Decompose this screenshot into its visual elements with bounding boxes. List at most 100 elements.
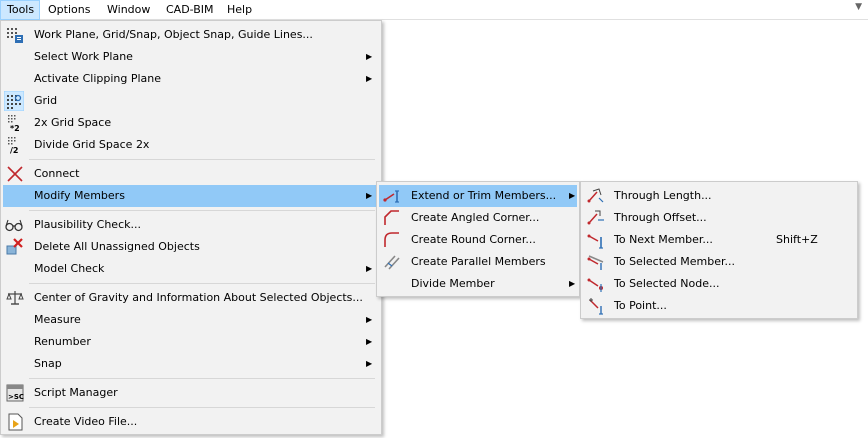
menu-item-label: To Selected Member... [614,255,735,268]
video-file-icon [8,413,23,431]
chevron-down-icon[interactable]: ▼ [855,2,862,12]
menu-item-parallel-members[interactable]: Create Parallel Members [379,251,577,273]
menu-item-plausibility-check[interactable]: Plausibility Check... [3,214,379,236]
menu-item-label: To Selected Node... [614,277,720,290]
tools-menu: Work Plane, Grid/Snap, Object Snap, Guid… [0,20,382,435]
to-point-icon [589,298,603,315]
round-corner-icon [384,232,399,247]
grid-icon [4,91,24,111]
menu-item-center-of-gravity[interactable]: Center of Gravity and Information About … [3,287,379,309]
menu-item-select-work-plane[interactable]: Select Work Plane ▶ [3,46,379,68]
menu-item-create-video[interactable]: Create Video File... [3,411,379,433]
menu-item-label: Through Length... [614,189,712,202]
menu-options[interactable]: Options [42,0,96,20]
extend-trim-submenu: Through Length... Through Offset... To N… [580,181,858,319]
menu-item-through-offset[interactable]: Through Offset... [583,207,855,229]
menu-separator [29,407,375,408]
grid-settings-icon [7,28,23,43]
modify-members-submenu: Extend or Trim Members... ▶ Create Angle… [376,181,580,297]
connect-icon [7,166,23,182]
to-next-member-icon [587,234,603,249]
glasses-icon [5,219,23,232]
menu-item-label: Snap [34,357,62,370]
to-selected-member-icon [587,255,604,270]
menu-item-label: 2x Grid Space [34,116,112,129]
menu-item-label: To Point... [614,299,667,312]
menu-item-grid[interactable]: Grid [3,90,379,112]
menu-separator [29,159,375,160]
menu-bar: Tools Options Window CAD-BIM Help ▼ [0,0,868,20]
through-length-icon [587,188,604,203]
menu-item-label: To Next Member... [614,233,713,246]
menu-help[interactable]: Help [221,0,258,20]
menu-item-through-length[interactable]: Through Length... [583,185,855,207]
menu-item-label: Center of Gravity and Information About … [34,291,363,304]
menu-item-label: Script Manager [34,386,118,399]
parallel-members-icon [384,255,400,270]
menu-item-divide-grid-space[interactable]: /2 Divide Grid Space 2x [3,134,379,156]
menu-item-label: Delete All Unassigned Objects [34,240,200,253]
menu-item-to-selected-member[interactable]: To Selected Member... [583,251,855,273]
menu-item-label: Create Parallel Members [411,255,546,268]
menu-item-label: Activate Clipping Plane [34,72,162,85]
delete-objects-icon [6,238,23,255]
submenu-arrow-icon: ▶ [366,337,373,346]
menu-item-2x-grid-space[interactable]: *2 2x Grid Space [3,112,379,134]
menu-item-extend-trim[interactable]: Extend or Trim Members... ▶ [379,185,577,207]
menu-cad-bim[interactable]: CAD-BIM [160,0,220,20]
menu-item-script-manager[interactable]: >SC Script Manager [3,382,379,404]
submenu-arrow-icon: ▶ [569,191,576,200]
icon-text: >SC [8,393,24,401]
menu-item-label: Create Round Corner... [411,233,536,246]
menu-item-label: Create Angled Corner... [411,211,540,224]
angled-corner-icon [384,210,399,225]
grid-double-icon: *2 [8,115,20,132]
balance-scale-icon [6,291,24,305]
menu-item-connect[interactable]: Connect [3,163,379,185]
menu-item-label: Select Work Plane [34,50,133,63]
menu-item-label: Renumber [34,335,91,348]
menu-item-label: Create Video File... [34,415,138,428]
script-icon: >SC [6,384,24,402]
menu-item-label: Grid [34,94,58,107]
through-offset-icon [587,210,604,225]
menu-item-to-next-member[interactable]: To Next Member... Shift+Z [583,229,855,251]
submenu-arrow-icon: ▶ [366,264,373,273]
menu-window[interactable]: Window [101,0,156,20]
menu-item-to-selected-node[interactable]: To Selected Node... [583,273,855,295]
menu-item-activate-clipping-plane[interactable]: Activate Clipping Plane ▶ [3,68,379,90]
menu-item-modify-members[interactable]: Modify Members ▶ [3,185,379,207]
menu-item-renumber[interactable]: Renumber ▶ [3,331,379,353]
grid-divide-icon: /2 [8,137,19,154]
submenu-arrow-icon: ▶ [366,74,373,83]
submenu-arrow-icon: ▶ [569,279,576,288]
icon-text: *2 [10,124,20,132]
menu-item-work-plane[interactable]: Work Plane, Grid/Snap, Object Snap, Guid… [3,24,379,46]
menu-tools[interactable]: Tools [0,0,40,20]
menu-item-label: Divide Member [411,277,495,290]
submenu-arrow-icon: ▶ [366,315,373,324]
menu-item-label: Through Offset... [614,211,707,224]
to-selected-node-icon [587,278,603,292]
menu-separator [29,210,375,211]
menu-item-label: Connect [34,167,80,180]
menu-item-label: Plausibility Check... [34,218,141,231]
menu-item-divide-member[interactable]: Divide Member ▶ [379,273,577,295]
menu-item-label: Modify Members [34,189,125,202]
menu-item-angled-corner[interactable]: Create Angled Corner... [379,207,577,229]
menu-separator [29,283,375,284]
submenu-arrow-icon: ▶ [366,359,373,368]
menu-item-to-point[interactable]: To Point... [583,295,855,317]
menu-separator [29,378,375,379]
menu-item-label: Work Plane, Grid/Snap, Object Snap, Guid… [34,28,313,41]
menu-item-label: Model Check [34,262,105,275]
menu-item-delete-unassigned[interactable]: Delete All Unassigned Objects [3,236,379,258]
menu-item-round-corner[interactable]: Create Round Corner... [379,229,577,251]
menu-item-snap[interactable]: Snap ▶ [3,353,379,375]
submenu-arrow-icon: ▶ [366,191,373,200]
extend-trim-icon [383,190,399,203]
menu-item-measure[interactable]: Measure ▶ [3,309,379,331]
menu-item-label: Measure [34,313,81,326]
menu-item-model-check[interactable]: Model Check ▶ [3,258,379,280]
menu-item-label: Divide Grid Space 2x [34,138,150,151]
